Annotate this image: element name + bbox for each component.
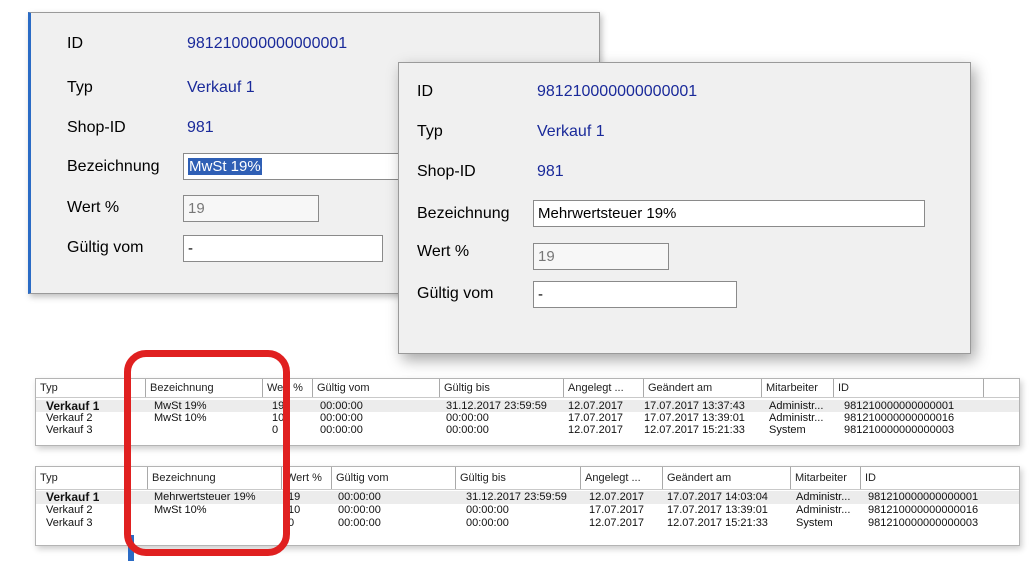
table-cell: 981210000000000016 — [868, 504, 979, 516]
typ-label: Typ — [67, 79, 93, 96]
column-header[interactable]: Angelegt ... — [564, 379, 644, 397]
column-header[interactable]: Geändert am — [663, 467, 791, 489]
bezeichnung-input[interactable]: Mehrwertsteuer 19% — [533, 200, 925, 227]
column-header[interactable]: Angelegt ... — [581, 467, 663, 489]
column-header[interactable]: Gültig bis — [456, 467, 581, 489]
table-cell: Verkauf 3 — [46, 424, 93, 436]
table-cell: 12.07.2017 — [568, 400, 624, 412]
shop-id-value: 981 — [537, 163, 564, 180]
gueltig-vom-label: Gültig vom — [417, 285, 494, 302]
shop-id-label: Shop-ID — [67, 119, 126, 136]
wert-input[interactable]: 19 — [183, 195, 319, 222]
table-cell: Administr... — [769, 412, 824, 424]
table-cell: 981210000000000001 — [844, 400, 955, 412]
id-label: ID — [417, 83, 433, 100]
bezeichnung-label: Bezeichnung — [417, 205, 510, 222]
shop-id-label: Shop-ID — [417, 163, 476, 180]
table-cell: 17.07.2017 14:03:04 — [667, 491, 768, 503]
table-cell: 17.07.2017 13:39:01 — [644, 412, 745, 424]
table-cell: 00:00:00 — [466, 517, 509, 529]
gueltig-vom-input[interactable]: - — [533, 281, 737, 308]
id-label: ID — [67, 35, 83, 52]
column-header[interactable]: ID — [861, 467, 1019, 489]
column-header[interactable]: Mitarbeiter — [791, 467, 861, 489]
column-header[interactable]: Gültig vom — [313, 379, 440, 397]
table-cell: 00:00:00 — [446, 424, 489, 436]
table-cell: Verkauf 3 — [46, 517, 93, 529]
column-header[interactable]: Mitarbeiter — [762, 379, 834, 397]
bezeichnung-label: Bezeichnung — [67, 158, 160, 175]
column-header[interactable]: Gültig vom — [332, 467, 456, 489]
table-cell: 12.07.2017 — [568, 424, 624, 436]
table-cell: 981210000000000003 — [844, 424, 955, 436]
table-cell: System — [769, 424, 806, 436]
table-cell: 12.07.2017 15:21:33 — [644, 424, 745, 436]
column-header[interactable]: Gültig bis — [440, 379, 564, 397]
table-cell: 31.12.2017 23:59:59 — [466, 491, 567, 503]
typ-value: Verkauf 1 — [537, 123, 605, 140]
table-cell: Administr... — [796, 491, 851, 503]
table-cell: 00:00:00 — [338, 491, 381, 503]
table-cell: 00:00:00 — [338, 517, 381, 529]
table-cell: 981210000000000001 — [868, 491, 979, 503]
table-cell: 12.07.2017 — [589, 517, 645, 529]
id-value: 981210000000000001 — [187, 35, 348, 52]
table-cell: 00:00:00 — [446, 412, 489, 424]
table-cell: 00:00:00 — [320, 400, 363, 412]
gueltig-vom-label: Gültig vom — [67, 239, 144, 256]
table-cell: 00:00:00 — [320, 412, 363, 424]
column-header[interactable]: Geändert am — [644, 379, 762, 397]
table-cell: Verkauf 1 — [46, 491, 100, 504]
table-cell: Verkauf 1 — [46, 400, 100, 412]
table-cell: 17.07.2017 13:37:43 — [644, 400, 745, 412]
typ-label: Typ — [417, 123, 443, 140]
typ-value: Verkauf 1 — [187, 79, 255, 96]
table-cell: 981210000000000003 — [868, 517, 979, 529]
column-header[interactable]: ID — [834, 379, 984, 397]
id-value: 981210000000000001 — [537, 83, 698, 100]
table-cell: Administr... — [796, 504, 851, 516]
wert-label: Wert % — [67, 199, 120, 216]
shop-id-value: 981 — [187, 119, 214, 136]
table-cell: Verkauf 2 — [46, 412, 93, 424]
highlight-box — [124, 350, 290, 556]
table-cell: System — [796, 517, 833, 529]
table-cell: 00:00:00 — [466, 504, 509, 516]
table-cell: Administr... — [769, 400, 824, 412]
wert-input[interactable]: 19 — [533, 243, 669, 270]
table-cell: 00:00:00 — [320, 424, 363, 436]
table-cell: 17.07.2017 — [568, 412, 624, 424]
table-cell: 17.07.2017 13:39:01 — [667, 504, 768, 516]
table-cell: 981210000000000016 — [844, 412, 955, 424]
table-cell: 12.07.2017 — [589, 491, 645, 503]
selected-text: MwSt 19% — [188, 158, 262, 175]
table-cell: 17.07.2017 — [589, 504, 645, 516]
table-cell: 31.12.2017 23:59:59 — [446, 400, 547, 412]
gueltig-vom-input[interactable]: - — [183, 235, 383, 262]
table-cell: Verkauf 2 — [46, 504, 93, 516]
table-cell: 00:00:00 — [338, 504, 381, 516]
detail-dialog-new: ID 981210000000000001 Typ Verkauf 1 Shop… — [398, 62, 971, 354]
wert-label: Wert % — [417, 243, 470, 260]
table-cell: 12.07.2017 15:21:33 — [667, 517, 768, 529]
